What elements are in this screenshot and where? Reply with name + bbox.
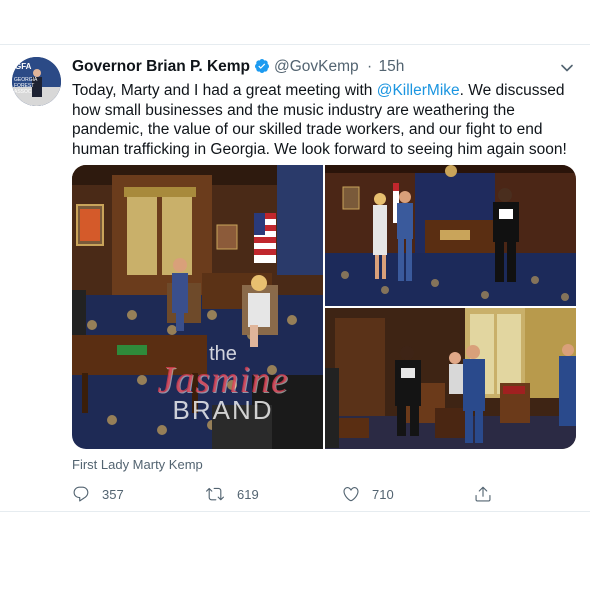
verified-icon <box>254 58 270 79</box>
reply-count: 357 <box>102 486 124 502</box>
retweet-button[interactable]: 619 <box>205 485 259 503</box>
author-handle[interactable]: @GovKemp <box>274 58 359 75</box>
tweet-card[interactable]: GFA GEORGIA FOREST ASSOC Governor Brian … <box>0 44 590 512</box>
tweet-header: Governor Brian P. Kemp @GovKemp · 15h <box>72 58 404 79</box>
mention-link[interactable]: @KillerMike <box>377 82 460 99</box>
author-name[interactable]: Governor Brian P. Kemp <box>72 58 250 75</box>
tweet-text-before: Today, Marty and I had a great meeting w… <box>72 82 377 99</box>
like-button[interactable]: 710 <box>342 485 394 503</box>
like-count: 710 <box>372 486 394 502</box>
retweet-icon <box>206 487 224 501</box>
media-grid: the Jasmine BRAND <box>72 165 576 449</box>
avatar[interactable]: GFA GEORGIA FOREST ASSOC <box>12 57 61 106</box>
chevron-down-icon[interactable] <box>560 61 574 75</box>
share-button[interactable] <box>474 485 504 503</box>
avatar-text-1: GFA <box>15 62 32 71</box>
avatar-text-4: ASSOC <box>14 89 32 95</box>
retweet-count: 619 <box>237 486 259 502</box>
avatar-image: GFA GEORGIA FOREST ASSOC <box>12 57 61 106</box>
photo-group-standing[interactable] <box>325 165 576 306</box>
photo-handshake[interactable] <box>325 308 576 449</box>
tweet-actions: 357 619 710 <box>72 485 492 507</box>
tweet-text: Today, Marty and I had a great meeting w… <box>72 81 572 159</box>
media-caption[interactable]: First Lady Marty Kemp <box>72 457 203 472</box>
timestamp[interactable]: 15h <box>378 58 404 75</box>
reply-button[interactable]: 357 <box>72 485 124 503</box>
reply-icon <box>73 486 89 502</box>
like-icon <box>343 487 359 502</box>
photo-office-meeting[interactable] <box>72 165 323 449</box>
separator: · <box>366 58 373 75</box>
share-icon <box>475 486 491 502</box>
